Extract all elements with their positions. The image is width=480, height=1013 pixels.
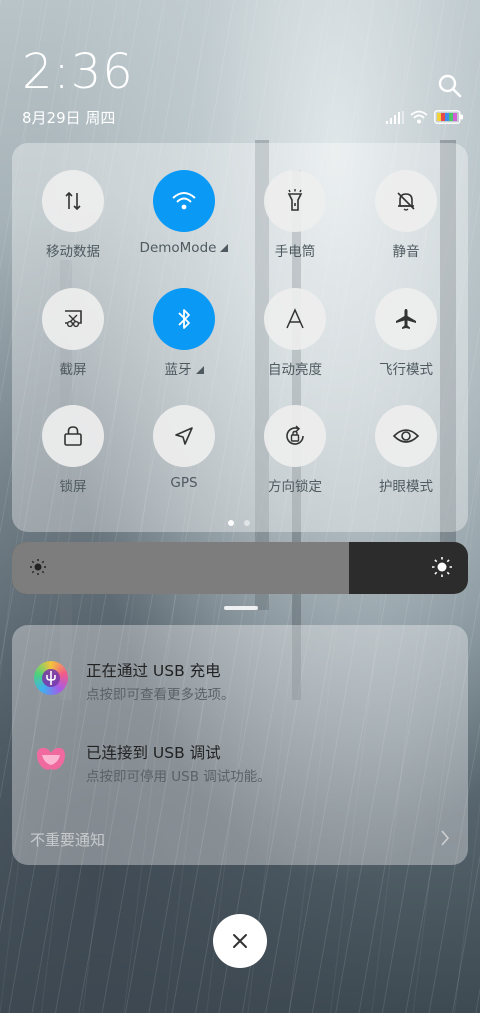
tile-bluetooth[interactable]: 蓝牙	[134, 288, 234, 378]
usb-debug-icon	[34, 743, 68, 777]
tile-label: GPS	[170, 475, 198, 491]
close-icon	[233, 934, 247, 948]
tile-label: 蓝牙	[164, 362, 192, 378]
brightness-slider[interactable]	[12, 542, 468, 594]
tile-lock-screen[interactable]: 锁屏	[23, 405, 123, 495]
tile-label: 飞行模式	[379, 362, 433, 378]
tile-label: 移动数据	[46, 244, 100, 260]
wifi-icon[interactable]	[153, 170, 215, 232]
tile-mute[interactable]: 静音	[356, 170, 456, 260]
signal-icon	[386, 110, 404, 124]
bluetooth-icon[interactable]	[153, 288, 215, 350]
notification-panel: 正在通过 USB 充电 点按即可查看更多选项。 已连接到 USB 调试 点按即可…	[12, 625, 468, 865]
lock-icon[interactable]	[42, 405, 104, 467]
tile-label: 自动亮度	[268, 362, 322, 378]
tile-gps[interactable]: GPS	[134, 405, 234, 491]
page-dot	[244, 520, 250, 526]
tile-wifi[interactable]: DemoMode	[134, 170, 234, 256]
flashlight-icon[interactable]	[264, 170, 326, 232]
status-icons	[386, 108, 464, 126]
notification-subtitle: 点按即可查看更多选项。	[86, 687, 235, 703]
tile-flashlight[interactable]: 手电筒	[245, 170, 345, 260]
tile-label: 手电筒	[274, 244, 316, 260]
gps-icon[interactable]	[153, 405, 215, 467]
search-icon[interactable]	[436, 72, 464, 100]
unimportant-notifications-label[interactable]: 不重要通知	[30, 829, 105, 850]
notification-subtitle: 点按即可停用 USB 调试功能。	[86, 769, 271, 785]
eye-icon[interactable]	[375, 405, 437, 467]
tile-label: 截屏	[59, 362, 87, 378]
tile-label-wrap: DemoMode	[134, 240, 234, 256]
brightness-fill	[12, 542, 350, 594]
tile-airplane[interactable]: 飞行模式	[356, 288, 456, 378]
notification-title: 正在通过 USB 充电	[86, 662, 221, 680]
expand-triangle-icon[interactable]	[195, 366, 204, 374]
brightness-high-icon	[432, 557, 452, 577]
tile-auto-brightness[interactable]: 自动亮度	[245, 288, 345, 378]
clock-time[interactable]: 2:36	[22, 44, 134, 100]
mute-bell-icon[interactable]	[375, 170, 437, 232]
tile-label: 锁屏	[59, 479, 87, 495]
tile-label: 静音	[392, 244, 420, 260]
notification-title: 已连接到 USB 调试	[86, 744, 221, 762]
mobile-data-icon[interactable]	[42, 170, 104, 232]
rotation-lock-icon[interactable]	[264, 405, 326, 467]
panel-drag-handle[interactable]	[224, 606, 258, 610]
tile-mobile-data[interactable]: 移动数据	[23, 170, 123, 260]
chevron-right-icon[interactable]	[440, 829, 450, 847]
tile-label: DemoMode	[139, 240, 217, 256]
page-dot-active	[228, 520, 234, 526]
tile-eye-comfort[interactable]: 护眼模式	[356, 405, 456, 495]
airplane-icon[interactable]	[375, 288, 437, 350]
battery-icon	[434, 110, 463, 124]
screenshot-icon[interactable]	[42, 288, 104, 350]
usb-charging-icon	[34, 661, 68, 695]
tile-label: 护眼模式	[379, 479, 433, 495]
wifi-icon	[410, 110, 428, 124]
status-date[interactable]: 8月29日 周四	[22, 107, 115, 128]
tile-label-wrap: 蓝牙	[134, 358, 234, 378]
tile-label: 方向锁定	[268, 479, 322, 495]
tile-screenshot[interactable]: 截屏	[23, 288, 123, 378]
clear-all-button[interactable]	[213, 914, 267, 968]
tile-rotation-lock[interactable]: 方向锁定	[245, 405, 345, 495]
brightness-low-icon	[30, 559, 46, 575]
page-indicator	[228, 520, 250, 526]
expand-triangle-icon[interactable]	[220, 244, 229, 252]
auto-brightness-icon[interactable]	[264, 288, 326, 350]
